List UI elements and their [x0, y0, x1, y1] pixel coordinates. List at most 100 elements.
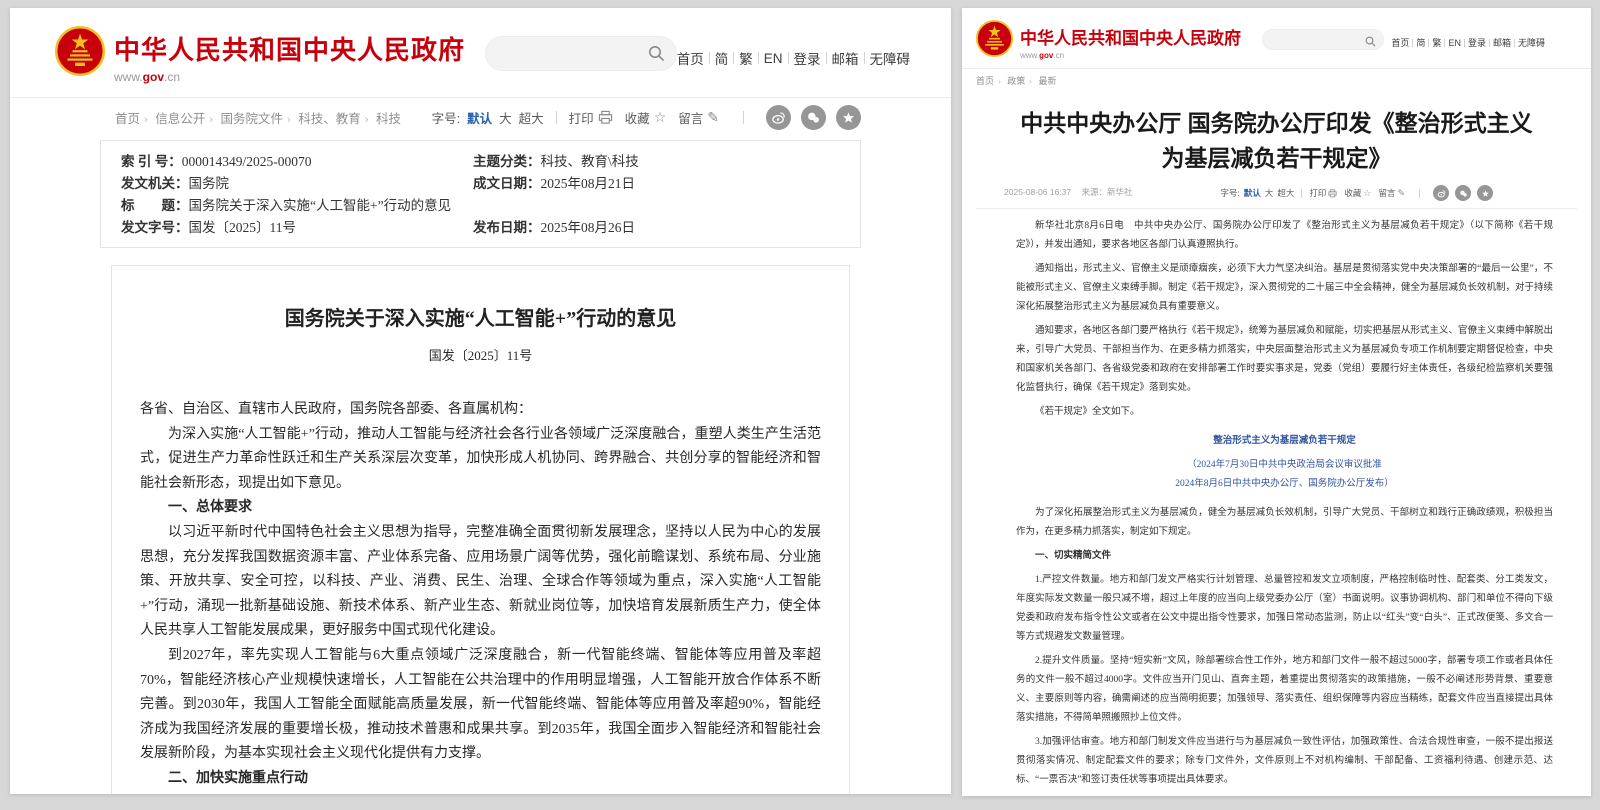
doc-paragraph: 到2027年，率先实现人工智能与6大重点领域广泛深度融合，新一代智能终端、智能体… [140, 644, 821, 767]
doc-paragraph: 各省、自治区、直辖市人民政府，国务院各部委、各直属机构： [140, 398, 821, 423]
site-brand: 中华人民共和国中央人民政府 www.gov.cn [114, 30, 465, 84]
site-title: 中华人民共和国中央人民政府 [114, 30, 465, 67]
printer-icon [598, 110, 613, 125]
share-favorite-button[interactable] [1477, 185, 1493, 201]
meta-issuer-value: 国务院 [189, 176, 230, 191]
weibo-icon [1437, 189, 1446, 198]
breadcrumb-home[interactable]: 首页 [976, 76, 994, 86]
share-wechat-button[interactable] [1455, 185, 1471, 201]
article-paragraph: 新华社北京8月6日电 中共中央办公厅、国务院办公厅印发了《整治形式主义为基层减负… [1016, 217, 1553, 255]
meta-category-value: 科技、教育\科技 [541, 154, 639, 169]
breadcrumb-home[interactable]: 首页 [115, 112, 140, 126]
breadcrumb-category[interactable]: 科技、教育 [298, 112, 361, 126]
search-box [1262, 29, 1384, 50]
meta-title-value: 国务院关于深入实施“人工智能+”行动的意见 [189, 198, 452, 213]
document-body-card: 国务院关于深入实施“人工智能+”行动的意见 国发〔2025〕11号 各省、自治区… [111, 265, 850, 794]
breadcrumb: 首页› 信息公开› 国务院文件› 科技、教育› 科技 [115, 108, 405, 127]
search-input[interactable] [500, 37, 637, 72]
nav-mail[interactable]: 邮箱 [1493, 36, 1511, 49]
nav-home[interactable]: 首页 [1391, 36, 1409, 49]
article-text: 新华社北京8月6日电 中共中央办公厅、国务院办公厅印发了《整治形式主义为基层减负… [1016, 217, 1553, 796]
nav-mail[interactable]: 邮箱 [832, 48, 859, 68]
favorite-button[interactable]: 收藏☆ [625, 108, 667, 127]
font-size-large[interactable]: 大 [499, 108, 512, 127]
nav-accessibility[interactable]: 无障碍 [870, 48, 911, 68]
meta-row: 发文机关：国务院 成文日期：2025年08月21日 [121, 173, 860, 195]
meta-published-value: 2025年08月26日 [541, 220, 636, 235]
nav-simplified[interactable]: 简 [1416, 36, 1425, 49]
nav-login[interactable]: 登录 [794, 48, 821, 68]
wechat-icon [806, 110, 821, 125]
search-icon[interactable] [648, 45, 665, 62]
site-url: www.gov.cn [114, 70, 465, 84]
nav-traditional[interactable]: 繁 [739, 48, 753, 68]
doc-subsection-heading: （一）“人工智能+”科学技术 [140, 792, 821, 795]
document-text: 各省、自治区、直辖市人民政府，国务院各部委、各直属机构： 为深入实施“人工智能+… [140, 398, 821, 794]
meta-row: 标 题：国务院关于深入实施“人工智能+”行动的意见 [121, 195, 860, 217]
article-date-source: 2025-08-06 16:37 来源：新华社 [1004, 186, 1133, 198]
share-weibo-button[interactable] [766, 105, 791, 130]
site-title: 中华人民共和国中央人民政府 [1020, 24, 1241, 49]
breadcrumb-policy[interactable]: 政策 [1007, 76, 1025, 86]
nav-traditional[interactable]: 繁 [1432, 36, 1441, 49]
comment-button[interactable]: 留言✎ [678, 108, 719, 127]
comment-button[interactable]: 留言✎ [1378, 187, 1405, 199]
nav-login[interactable]: 登录 [1468, 36, 1486, 49]
nav-en[interactable]: EN [1448, 38, 1461, 48]
article-paragraph: 通知要求，各地区各部门要严格执行《若干规定》，统筹为基层减负和赋能，切实把基层从… [1016, 322, 1553, 398]
search-icon[interactable] [1365, 34, 1376, 45]
font-size-label: 字号: [1220, 187, 1239, 199]
regulation-section-heading: 二、严格精简会议 [1016, 795, 1553, 796]
top-nav: 首页 简 繁 EN 登录 邮箱 无障碍 [1391, 36, 1545, 49]
article-date: 2025-08-06 16:37 [1004, 187, 1071, 197]
nav-accessibility[interactable]: 无障碍 [1518, 36, 1545, 49]
breadcrumb-row: 首页› 政策› 最新 [962, 69, 1591, 93]
article-paragraph: 《若干规定》全文如下。 [1016, 403, 1553, 422]
nav-simplified[interactable]: 简 [715, 48, 729, 68]
print-button[interactable]: 打印 [569, 108, 613, 127]
star-icon: ☆ [1363, 188, 1371, 199]
nav-home[interactable]: 首页 [677, 48, 704, 68]
doc-paragraph: 为深入实施“人工智能+”行动，推动人工智能与经济社会各行业各领域广泛深度融合，重… [140, 423, 821, 497]
font-size-large[interactable]: 大 [1265, 187, 1274, 199]
share-weibo-button[interactable] [1433, 185, 1449, 201]
meta-row: 发文字号：国发〔2025〕11号 发布日期：2025年08月26日 [121, 217, 860, 239]
breadcrumb-docs[interactable]: 国务院文件 [221, 112, 284, 126]
font-size-xlarge[interactable]: 超大 [519, 108, 544, 127]
regulation-subtitle: （2024年7月30日中共中央政治局会议审议批准 [1016, 456, 1553, 475]
printer-icon [1328, 189, 1337, 198]
share-wechat-button[interactable] [801, 105, 826, 130]
left-browser-window: 中华人民共和国中央人民政府 www.gov.cn 首页 简 繁 EN 登录 邮箱… [10, 8, 951, 794]
pencil-icon: ✎ [707, 109, 719, 126]
meta-category-label: 主题分类： [473, 154, 541, 169]
article-paragraph: 为了深化拓展整治形式主义为基层减负，健全为基层减负长效机制，引导广大党员、干部树… [1016, 504, 1553, 542]
font-size-label: 字号: [432, 108, 460, 127]
breadcrumb-tech[interactable]: 科技 [376, 112, 401, 126]
breadcrumb-sep: › [144, 114, 148, 126]
site-header: 中华人民共和国中央人民政府 www.gov.cn 首页 简 繁 EN 登录 邮箱… [962, 8, 1591, 69]
top-nav: 首页 简 繁 EN 登录 邮箱 无障碍 [677, 48, 910, 68]
doc-section-heading: 一、总体要求 [140, 496, 821, 521]
font-size-default[interactable]: 默认 [467, 108, 492, 127]
star-circle-icon [1481, 189, 1490, 198]
breadcrumb-latest[interactable]: 最新 [1038, 76, 1056, 86]
font-size-default[interactable]: 默认 [1244, 187, 1261, 199]
breadcrumb-info[interactable]: 信息公开 [155, 112, 205, 126]
meta-index-value: 000014349/2025-00070 [182, 154, 312, 169]
font-size-xlarge[interactable]: 超大 [1277, 187, 1294, 199]
meta-issuer-label: 发文机关： [121, 176, 189, 191]
regulation-section-heading: 一、切实精简文件 [1016, 547, 1553, 566]
article-source[interactable]: 新华社 [1107, 187, 1133, 197]
doc-section-heading: 二、加快实施重点行动 [140, 767, 821, 792]
nav-en[interactable]: EN [764, 51, 783, 66]
regulation-title: 整治形式主义为基层减负若干规定 [1016, 432, 1553, 451]
favorite-button[interactable]: 收藏☆ [1344, 187, 1371, 199]
search-input[interactable] [1277, 30, 1365, 51]
national-emblem-logo [55, 26, 105, 76]
print-button[interactable]: 打印 [1309, 187, 1337, 199]
share-favorite-button[interactable] [836, 105, 861, 130]
breadcrumb: 首页› 政策› 最新 [976, 69, 1060, 94]
breadcrumb-sep: › [365, 114, 369, 126]
breadcrumb-sep: › [1029, 77, 1032, 86]
meta-written-label: 成文日期： [473, 176, 541, 191]
